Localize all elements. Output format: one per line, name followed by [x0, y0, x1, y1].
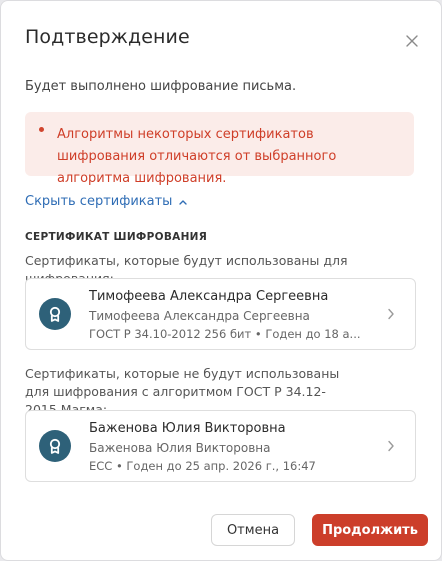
dialog-subtitle: Будет выполнено шифрование письма.	[25, 79, 297, 94]
alert-text: Алгоритмы некоторых сертификатов шифрова…	[57, 127, 337, 186]
chevron-right-icon	[388, 440, 394, 452]
certificate-owner-name: Баженова Юлия Викторовна	[89, 421, 286, 436]
close-icon[interactable]	[403, 32, 421, 50]
warning-alert: Алгоритмы некоторых сертификатов шифрова…	[25, 112, 414, 186]
hide-certificates-link[interactable]: Скрыть сертификаты	[25, 194, 188, 209]
chevron-right-icon	[388, 308, 394, 320]
continue-button[interactable]: Продолжить	[312, 514, 428, 546]
cancel-button[interactable]: Отмена	[211, 514, 295, 546]
certificate-details: ГОСТ Р 34.10-2012 256 бит • Годен до 18 …	[89, 327, 361, 341]
certificate-card[interactable]: Тимофеева Александра Сергеевна Тимофеева…	[25, 278, 416, 350]
bullet-icon	[39, 127, 44, 132]
confirmation-dialog: Подтверждение Будет выполнено шифрование…	[0, 0, 442, 561]
section-heading: СЕРТИФИКАТ ШИФРОВАНИЯ	[25, 231, 208, 243]
chevron-up-icon	[179, 199, 188, 205]
certificate-subject: Тимофеева Александра Сергеевна	[89, 309, 310, 323]
certificate-owner-name: Тимофеева Александра Сергеевна	[89, 289, 329, 304]
hide-certificates-label: Скрыть сертификаты	[25, 194, 173, 209]
certificate-details: ECC • Годен до 25 апр. 2026 г., 16:47	[89, 459, 316, 473]
certificate-subject: Баженова Юлия Викторовна	[89, 441, 271, 455]
certificate-icon	[39, 298, 71, 330]
certificate-icon	[39, 430, 71, 462]
dialog-title: Подтверждение	[25, 26, 190, 48]
certificate-card[interactable]: Баженова Юлия Викторовна Баженова Юлия В…	[25, 410, 416, 482]
